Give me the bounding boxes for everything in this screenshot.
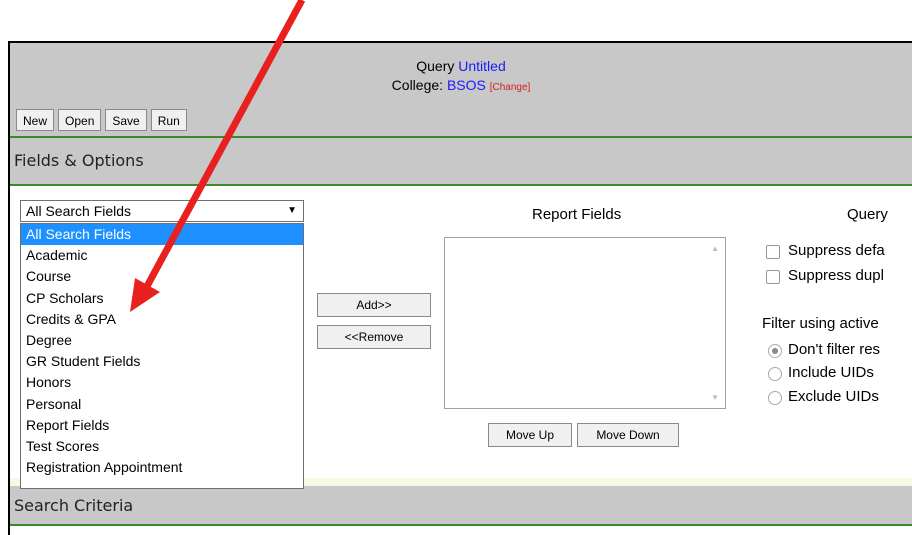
red-arrow-icon — [130, 0, 306, 312]
